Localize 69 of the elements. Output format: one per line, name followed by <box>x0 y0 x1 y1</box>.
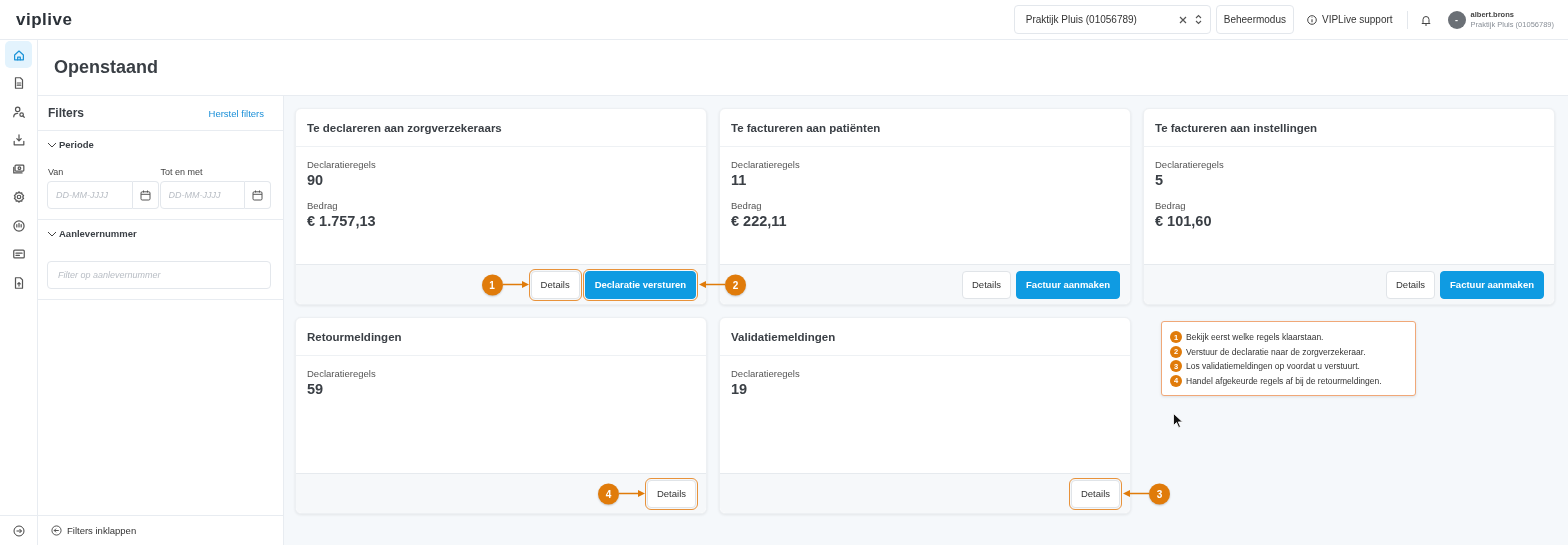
callout-number: 4 <box>597 483 619 504</box>
card-title: Validatiemeldingen <box>720 318 1130 356</box>
chevron-icon[interactable] <box>47 229 57 238</box>
money-icon <box>11 161 26 176</box>
details-button[interactable]: Details <box>1386 270 1436 299</box>
clear-icon[interactable] <box>1178 15 1187 24</box>
stat-label: Declaratieregels <box>1155 159 1225 170</box>
stat-value: 5 <box>1155 172 1165 188</box>
stat-label: Bedrag <box>1155 200 1187 211</box>
collapse-icon[interactable] <box>51 525 62 536</box>
stat-value: € 222,11 <box>731 213 788 229</box>
stat-label: Bedrag <box>731 200 763 211</box>
card-icon <box>11 247 26 261</box>
filter-input[interactable]: Filter op aanlevernummer <box>47 261 271 289</box>
stat-value: 11 <box>731 172 748 188</box>
collapse-filters-button[interactable]: Filters inklappen <box>67 525 137 536</box>
stat-value: 59 <box>307 381 325 397</box>
section-title[interactable]: Periode <box>59 139 94 150</box>
user-avatar[interactable]: - <box>1447 10 1466 29</box>
nav-item[interactable] <box>5 41 32 68</box>
legend-text: Verstuur de declaratie naar de zorgverzekeraar. <box>1186 346 1366 357</box>
stat-label: Bedrag <box>307 200 339 211</box>
reset-filters-link[interactable]: Herstel filters <box>208 107 264 119</box>
field-label: Tot en met <box>160 167 204 177</box>
callout-number: 3 <box>1149 483 1170 504</box>
legend-text: Los validatiemeldingen op voordat u verstuurt. <box>1186 361 1360 372</box>
details-button[interactable]: Details <box>646 479 696 508</box>
callout-number: 1 <box>481 274 503 295</box>
page-title: Openstaand <box>54 57 159 78</box>
details-button[interactable]: Details <box>530 270 580 299</box>
chevron-icon[interactable] <box>47 140 57 149</box>
field-label: Van <box>48 167 65 177</box>
mode-button[interactable]: Beheermodus <box>1215 5 1294 34</box>
section-title[interactable]: Aanlevernummer <box>59 228 137 239</box>
legend-text: Handel afgekeurde regels af bij de retourmeldingen. <box>1186 375 1382 386</box>
stat-value: € 1.757,13 <box>307 213 377 229</box>
expand-icon[interactable] <box>12 524 25 537</box>
stat-label: Declaratieregels <box>731 368 801 379</box>
cursor-icon <box>1173 413 1183 428</box>
user-search-icon <box>11 104 26 119</box>
sort-icon <box>1194 14 1202 25</box>
legend-text: Bekijk eerst welke regels klaarstaan. <box>1186 332 1324 343</box>
details-button[interactable]: Details <box>1070 479 1120 508</box>
calendar-button[interactable] <box>132 181 159 209</box>
stat-value: 19 <box>731 381 749 397</box>
app-logo[interactable]: viplive <box>16 9 73 30</box>
stat-label: Declaratieregels <box>731 159 801 170</box>
calendar-button[interactable] <box>245 181 271 209</box>
calendar-icon <box>252 189 263 201</box>
details-button[interactable]: Details <box>962 270 1012 299</box>
calendar-icon <box>139 189 151 201</box>
date-field[interactable]: DD-MM-JJJJ <box>159 181 245 209</box>
notification-bell-icon[interactable] <box>1419 13 1432 26</box>
gauge-icon <box>11 218 26 233</box>
stat-value: € 101,60 <box>1155 213 1213 229</box>
card-title: Te factureren aan patiënten <box>720 109 1130 147</box>
stat-label: Declaratieregels <box>307 368 377 379</box>
download-icon <box>11 133 26 147</box>
date-field[interactable]: DD-MM-JJJJ <box>47 181 133 209</box>
stat-value: 90 <box>307 172 325 188</box>
card-title: Te factureren aan instellingen <box>1144 109 1554 147</box>
support-link[interactable]: VIPLive support <box>1322 14 1393 25</box>
settings-icon <box>11 190 26 204</box>
info-icon <box>1307 14 1317 25</box>
stat-label: Declaratieregels <box>307 159 377 170</box>
card-title: Retourmeldingen <box>296 318 706 356</box>
filters-title: Filters <box>48 106 84 120</box>
card-title: Te declareren aan zorgverzekeraars <box>296 109 706 147</box>
practice-select[interactable]: Praktijk Pluis (01056789) <box>1013 5 1211 34</box>
